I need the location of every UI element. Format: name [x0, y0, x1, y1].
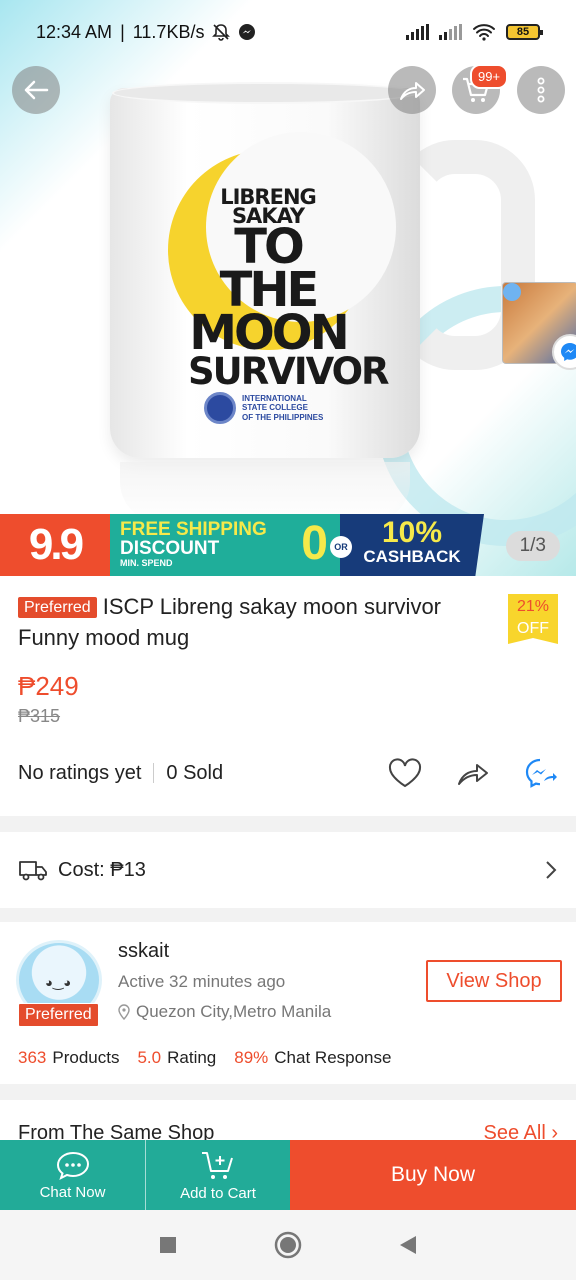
shop-location-text: Quezon City,Metro Manila [136, 1002, 332, 1021]
mug-print-text: LIBRENG SAKAY TO THE MOON SURVIVOR [188, 187, 390, 394]
wifi-icon [473, 24, 495, 41]
stat-label: Chat Response [274, 1048, 392, 1067]
stat-value: 5.0 [137, 1048, 162, 1067]
messenger-status-icon [239, 24, 256, 40]
status-bar: 12:34 AM | 11.7KB/s 85 [0, 0, 576, 64]
stat-products: 363 Products [18, 1048, 119, 1068]
cashback-percent: 10% [381, 516, 443, 549]
discount-percent: 21% [516, 598, 550, 615]
notifications-off-icon [212, 24, 231, 41]
status-time: 12:34 AM [36, 21, 113, 42]
product-info-section: Preferred ISCP Libreng sakay moon survivo… [0, 576, 576, 816]
discount-tag: 21% OFF [508, 594, 558, 644]
sold-count: 0 Sold [166, 761, 224, 784]
mug-text-line2: TO THE [219, 218, 320, 318]
more-vertical-icon [537, 77, 545, 103]
promo-cashback: 10% CASHBACK [340, 514, 484, 576]
divider [153, 763, 155, 783]
stat-value: 89% [234, 1048, 269, 1067]
more-options-button[interactable] [517, 66, 565, 114]
messenger-icon [561, 343, 576, 361]
promo-banner[interactable]: 9.9 FREE SHIPPING DISCOUNT MIN. SPEND 0 … [0, 514, 576, 576]
college-logo: INTERNATIONAL STATE COLLEGE OF THE PHILI… [204, 392, 323, 424]
preferred-badge: Preferred [18, 597, 97, 618]
share-product-icon[interactable] [456, 759, 490, 787]
college-line: INTERNATIONAL [242, 394, 307, 404]
signal-icon [406, 24, 429, 40]
recent-apps-icon[interactable] [158, 1235, 178, 1255]
promo-sale-label: 9.9 [0, 514, 110, 576]
buy-now-button[interactable]: Buy Now [290, 1140, 576, 1210]
signal-icon-2 [439, 24, 462, 40]
stat-label: Products [52, 1048, 120, 1067]
shop-name: sskait [118, 940, 170, 962]
mug-reflection [120, 462, 410, 522]
mug-text-line3: MOON [189, 305, 350, 362]
shop-active-status: Active 32 minutes ago [118, 972, 286, 991]
college-line: OF THE PHILIPPINES [242, 412, 324, 422]
mug-rim [112, 82, 418, 104]
location-pin-icon [118, 1004, 130, 1020]
mug-text-line4: SURVIVOR [188, 350, 390, 394]
back-button[interactable] [12, 66, 60, 114]
avatar-face-icon: ◕‿◕ [45, 975, 72, 990]
chat-bubble-icon [56, 1151, 89, 1180]
college-line: STATE COLLEGE [242, 403, 308, 413]
college-seal-icon [204, 392, 236, 424]
original-price: ₱315 [18, 706, 61, 726]
system-nav-bar [0, 1210, 576, 1280]
messenger-share-icon[interactable] [524, 757, 558, 789]
shipping-cost-row[interactable]: Cost: ₱13 [0, 832, 576, 908]
cashback-text: CASHBACK [363, 547, 461, 566]
add-to-cart-label: Add to Cart [180, 1184, 256, 1202]
product-image-carousel[interactable]: LIBRENG SAKAY TO THE MOON SURVIVOR INTER… [0, 0, 576, 576]
promo-spacer: 1/3 [484, 514, 576, 576]
product-title-row: Preferred ISCP Libreng sakay moon survivo… [18, 592, 558, 653]
college-name: INTERNATIONAL STATE COLLEGE OF THE PHILI… [242, 394, 323, 422]
shop-card: ◕‿◕ Preferred sskait Active 32 minutes a… [0, 922, 576, 1084]
product-price: ₱249 [18, 671, 79, 701]
view-shop-button[interactable]: View Shop [426, 960, 562, 1002]
heart-icon[interactable] [388, 758, 422, 788]
chat-now-label: Chat Now [39, 1183, 106, 1201]
shipping-cost: Cost: ₱13 [58, 858, 146, 881]
share-button[interactable] [388, 66, 436, 114]
rating-row: No ratings yet 0 Sold [18, 757, 558, 789]
shop-location: Quezon City,Metro Manila [118, 1002, 331, 1022]
back-arrow-icon [24, 80, 49, 100]
shop-preferred-badge: Preferred [18, 1003, 99, 1027]
truck-icon [19, 861, 47, 881]
back-nav-icon[interactable] [398, 1234, 418, 1256]
bottom-action-bar: Chat Now Add to Cart Buy Now [0, 1140, 576, 1210]
share-icon [400, 82, 425, 100]
home-icon[interactable] [274, 1231, 302, 1259]
add-cart-icon [202, 1151, 233, 1179]
battery-icon: 85 [506, 24, 543, 40]
stat-value: 363 [18, 1048, 47, 1067]
discount-off-label: OFF [517, 620, 549, 637]
add-to-cart-button[interactable]: Add to Cart [145, 1140, 290, 1210]
or-badge: OR [330, 536, 352, 558]
cart-count-badge: 99+ [470, 64, 509, 89]
ratings-text: No ratings yet [18, 761, 142, 784]
chevron-right-icon [546, 861, 557, 879]
chat-now-button[interactable]: Chat Now [0, 1140, 145, 1210]
promo-free-shipping: FREE SHIPPING DISCOUNT MIN. SPEND 0 OR [110, 514, 352, 576]
stat-chat-response: 89% Chat Response [234, 1048, 391, 1068]
image-page-indicator: 1/3 [505, 531, 560, 561]
shop-stats: 363 Products 5.0 Rating 89% Chat Response [18, 1048, 391, 1068]
stat-rating: 5.0 Rating [137, 1048, 216, 1068]
network-speed: 11.7KB/s [132, 21, 205, 42]
floating-indicator-dot [503, 283, 521, 301]
stat-label: Rating [167, 1048, 217, 1067]
status-separator: | [120, 21, 125, 42]
zero-min-spend: 0 [301, 517, 328, 570]
